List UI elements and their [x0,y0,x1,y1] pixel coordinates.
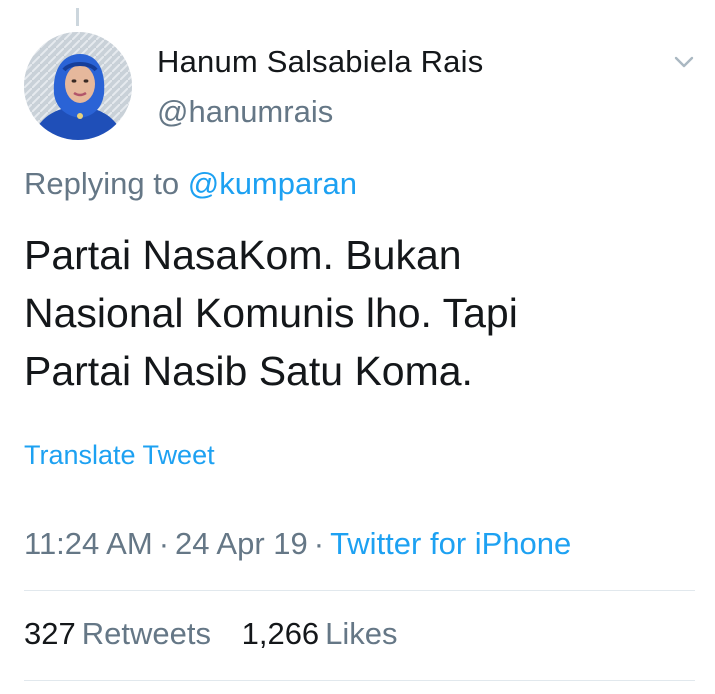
tweet-time[interactable]: 11:24 AM [24,526,153,561]
retweets-stat[interactable]: 327 Retweets [24,616,211,652]
tweet-options-button[interactable] [670,48,698,76]
reply-mention-link[interactable]: @kumparan [188,166,357,201]
profile-photo-icon [24,32,132,140]
replying-to-prefix: Replying to [24,166,180,201]
divider [24,590,695,591]
retweets-count: 327 [24,616,76,651]
likes-label: Likes [325,616,398,651]
avatar[interactable] [24,32,132,140]
meta-separator: · [313,526,325,561]
tweet-stats: 327 Retweets 1,266 Likes [24,616,420,652]
replying-to-line: Replying to @kumparan [24,166,357,202]
author-display-name[interactable]: Hanum Salsabiela Rais [157,44,483,80]
likes-count: 1,266 [241,616,320,651]
tweet-meta: 11:24 AM · 24 Apr 19 · Twitter for iPhone [24,526,571,562]
author-handle[interactable]: @hanumrais [157,94,333,130]
retweets-label: Retweets [81,616,211,651]
tweet-date[interactable]: 24 Apr 19 [175,526,308,561]
thread-connector-line [76,8,79,26]
tweet-text: Partai NasaKom. Bukan Nasional Komunis l… [24,232,518,394]
meta-separator: · [158,526,170,561]
tweet-source-link[interactable]: Twitter for iPhone [330,526,571,561]
chevron-down-icon [674,56,694,68]
translate-tweet-link[interactable]: Translate Tweet [24,440,215,471]
likes-stat[interactable]: 1,266 Likes [242,616,398,652]
divider [24,680,695,681]
